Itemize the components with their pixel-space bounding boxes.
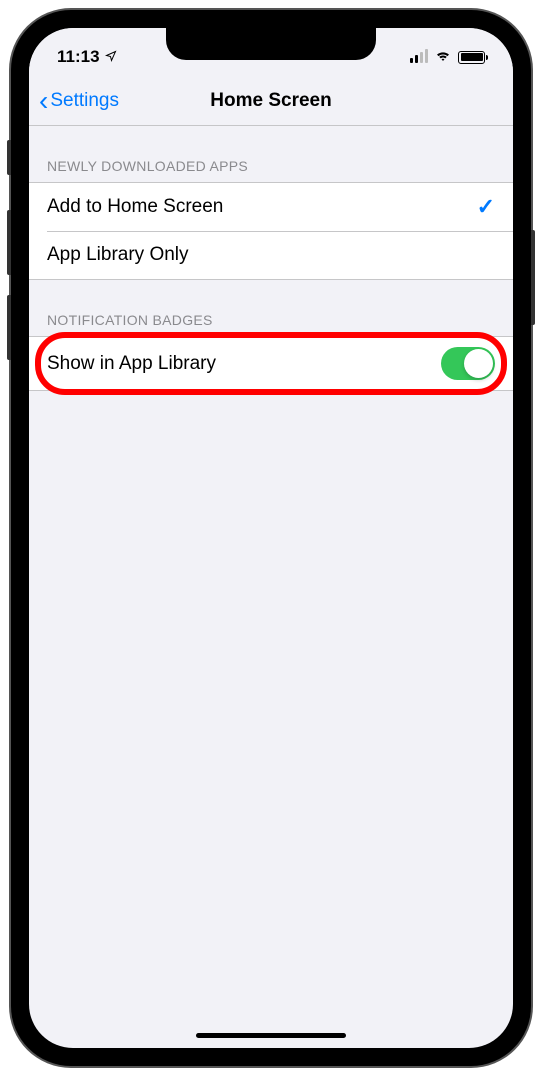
back-button[interactable]: ‹ Settings (39, 87, 119, 115)
cellular-signal-icon (410, 51, 428, 63)
phone-screen: 11:13 ‹ Settings (29, 28, 513, 1048)
highlighted-row: Show in App Library (29, 336, 513, 391)
section-header-notification-badges: Notification Badges (29, 280, 513, 336)
status-time: 11:13 (57, 47, 117, 67)
notification-badges-group: Show in App Library (29, 336, 513, 391)
page-title: Home Screen (210, 90, 331, 112)
section-header-newly-downloaded: Newly Downloaded Apps (29, 126, 513, 182)
status-icons (410, 48, 485, 67)
back-label: Settings (50, 90, 119, 112)
battery-icon (458, 51, 485, 64)
toggle-show-in-app-library[interactable]: Show in App Library (29, 337, 513, 390)
content: Newly Downloaded Apps Add to Home Screen… (29, 126, 513, 391)
newly-downloaded-group: Add to Home Screen ✓ App Library Only (29, 182, 513, 280)
phone-frame: 11:13 ‹ Settings (11, 10, 531, 1066)
location-icon (105, 50, 117, 65)
option-label: App Library Only (47, 244, 189, 266)
toggle-switch[interactable] (441, 347, 495, 380)
toggle-knob (464, 349, 493, 378)
checkmark-icon: ✓ (477, 194, 495, 220)
option-label: Add to Home Screen (47, 196, 223, 218)
home-indicator[interactable] (196, 1033, 346, 1038)
toggle-label: Show in App Library (47, 353, 216, 375)
nav-bar: ‹ Settings Home Screen (29, 76, 513, 126)
chevron-left-icon: ‹ (39, 87, 48, 115)
time-text: 11:13 (57, 47, 100, 67)
notch (166, 28, 376, 60)
wifi-icon (434, 48, 452, 67)
option-add-to-home-screen[interactable]: Add to Home Screen ✓ (29, 183, 513, 231)
option-app-library-only[interactable]: App Library Only (29, 231, 513, 279)
